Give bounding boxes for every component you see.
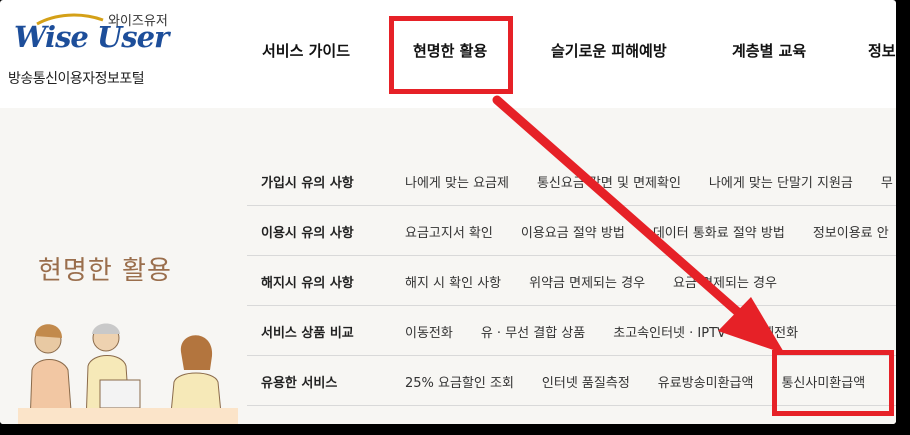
row-links: 요금고지서 확인 이용요금 절약 방법 데이터 통화료 절약 방법 정보이용료 안 xyxy=(405,222,896,241)
nav-info[interactable]: 정보공 xyxy=(868,40,896,61)
submenu-link[interactable]: 이용요금 절약 방법 xyxy=(521,226,625,241)
submenu-link[interactable]: 유 · 무선 결합 상품 xyxy=(481,326,585,341)
submenu-link[interactable]: 해지 시 확인 사항 xyxy=(405,276,501,291)
row-links: 이동전화 유 · 무선 결합 상품 초고속인터넷 · IPTV · 인터넷전화 xyxy=(405,322,826,341)
nav-service-guide[interactable]: 서비스 가이드 xyxy=(262,40,350,61)
row-links: 나에게 맞는 요금제 통신요금 감면 및 면제확인 나에게 맞는 단말기 지원금 무 xyxy=(405,172,896,191)
browser-page: 와이즈유저 Wise User 방송통신이용자정보포털 서비스 가이드 현명한 … xyxy=(0,0,896,424)
highlight-box-link xyxy=(772,350,894,416)
row-title: 가입시 유의 사항 xyxy=(261,176,354,191)
logo-subtitle: 방송통신이용자정보포털 xyxy=(8,71,145,87)
row-title: 해지시 유의 사항 xyxy=(261,276,354,291)
row-links: 해지 시 확인 사항 위약금 면제되는 경우 요금 면제되는 경우 xyxy=(405,272,805,291)
highlight-box-nav xyxy=(389,16,513,94)
submenu-link[interactable]: 나에게 맞는 요금제 xyxy=(405,176,509,191)
submenu-link[interactable]: 초고속인터넷 · IPTV · 인터넷전화 xyxy=(613,326,798,341)
submenu-link[interactable]: 나에게 맞는 단말기 지원금 xyxy=(709,176,853,191)
submenu-link[interactable]: 데이터 통화료 절약 방법 xyxy=(653,226,785,241)
nav-education[interactable]: 계층별 교육 xyxy=(732,40,806,61)
submenu-link[interactable]: 정보이용료 안 xyxy=(813,226,889,241)
row-title: 이용시 유의 사항 xyxy=(261,226,354,241)
section-title: 현명한 활용 xyxy=(38,256,172,286)
nav-damage-prevention[interactable]: 슬기로운 피해예방 xyxy=(551,40,667,61)
submenu-link[interactable]: 통신요금 감면 및 면제확인 xyxy=(537,176,681,191)
row-title: 서비스 상품 비교 xyxy=(261,326,354,341)
submenu-link[interactable]: 무 xyxy=(881,176,893,191)
submenu-link[interactable]: 25% 요금할인 조회 xyxy=(405,376,514,391)
submenu-link[interactable]: 요금 면제되는 경우 xyxy=(673,276,777,291)
logo-english-text: Wise User xyxy=(14,20,169,54)
submenu-row: 해지시 유의 사항 해지 시 확인 사항 위약금 면제되는 경우 요금 면제되는 경… xyxy=(247,256,896,306)
site-logo[interactable]: 와이즈유저 Wise User 방송통신이용자정보포털 xyxy=(8,10,170,90)
submenu-row: 서비스 상품 비교 이동전화 유 · 무선 결합 상품 초고속인터넷 · IPTV … xyxy=(247,306,896,356)
submenu-link[interactable]: 인터넷 품질측정 xyxy=(542,376,630,391)
submenu-row: 가입시 유의 사항 나에게 맞는 요금제 통신요금 감면 및 면제확인 나에게 맞는… xyxy=(247,155,896,206)
submenu-link[interactable]: 이동전화 xyxy=(405,326,453,341)
submenu-row: 이용시 유의 사항 요금고지서 확인 이용요금 절약 방법 데이터 통화료 절약 방… xyxy=(247,206,896,256)
row-title: 유용한 서비스 xyxy=(261,376,338,391)
people-illustration xyxy=(18,300,238,424)
submenu-link[interactable]: 유료방송미환급액 xyxy=(658,376,754,391)
submenu-link[interactable]: 위약금 면제되는 경우 xyxy=(529,276,645,291)
submenu-link[interactable]: 요금고지서 확인 xyxy=(405,226,493,241)
